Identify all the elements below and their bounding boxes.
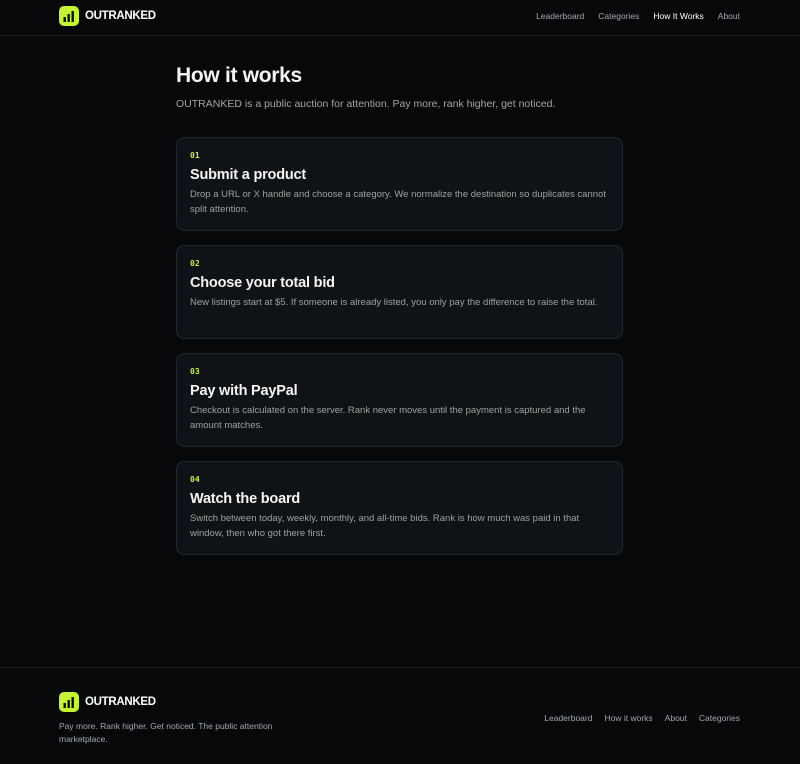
step-description: Checkout is calculated on the server. Ra… (190, 405, 586, 431)
nav-how-it-works[interactable]: How It Works (653, 10, 703, 22)
main-nav: Leaderboard Categories How It Works Abou… (536, 10, 740, 22)
site-header: OUTRANKED Leaderboard Categories How It … (0, 0, 800, 36)
step-title: Choose your total bid (190, 275, 335, 291)
step-card-3: 03 Pay with PayPal Checkout is calculate… (176, 353, 623, 447)
bar-chart-icon (59, 692, 79, 712)
step-number: 03 (190, 367, 200, 376)
step-title: Submit a product (190, 167, 307, 183)
footer-link-about[interactable]: About (665, 713, 687, 723)
step-title: Pay with PayPal (190, 383, 298, 399)
step-number: 01 (190, 151, 200, 160)
step-card-1: 01 Submit a product Drop a URL or X hand… (176, 137, 623, 231)
footer-link-how-it-works[interactable]: How it works (604, 713, 652, 723)
step-description: Switch between today, weekly, monthly, a… (190, 513, 580, 539)
brand-logo-link[interactable]: OUTRANKED (59, 6, 156, 26)
brand-name: OUTRANKED (85, 10, 156, 22)
footer-brand-link[interactable]: OUTRANKED (59, 692, 156, 712)
site-footer: OUTRANKED Pay more. Rank higher. Get not… (0, 667, 800, 764)
nav-categories[interactable]: Categories (598, 10, 639, 22)
page-title: How it works (176, 64, 302, 87)
page-subtitle: OUTRANKED is a public auction for attent… (176, 98, 556, 110)
bar-chart-icon (59, 6, 79, 26)
nav-about[interactable]: About (718, 10, 740, 22)
step-description: New listings start at $5. If someone is … (190, 297, 598, 308)
footer-tagline: Pay more. Rank higher. Get noticed. The … (59, 721, 273, 744)
step-card-2: 02 Choose your total bid New listings st… (176, 245, 623, 339)
step-number: 04 (190, 475, 200, 484)
brand-name: OUTRANKED (85, 696, 156, 708)
footer-link-categories[interactable]: Categories (699, 713, 740, 723)
footer-link-leaderboard[interactable]: Leaderboard (544, 713, 592, 723)
step-description: Drop a URL or X handle and choose a cate… (190, 189, 606, 215)
nav-leaderboard[interactable]: Leaderboard (536, 10, 584, 22)
main-content: How it works OUTRANKED is a public aucti… (176, 62, 623, 555)
step-card-4: 04 Watch the board Switch between today,… (176, 461, 623, 555)
step-number: 02 (190, 259, 200, 268)
footer-nav: Leaderboard How it works About Categorie… (544, 713, 740, 723)
step-title: Watch the board (190, 491, 301, 507)
